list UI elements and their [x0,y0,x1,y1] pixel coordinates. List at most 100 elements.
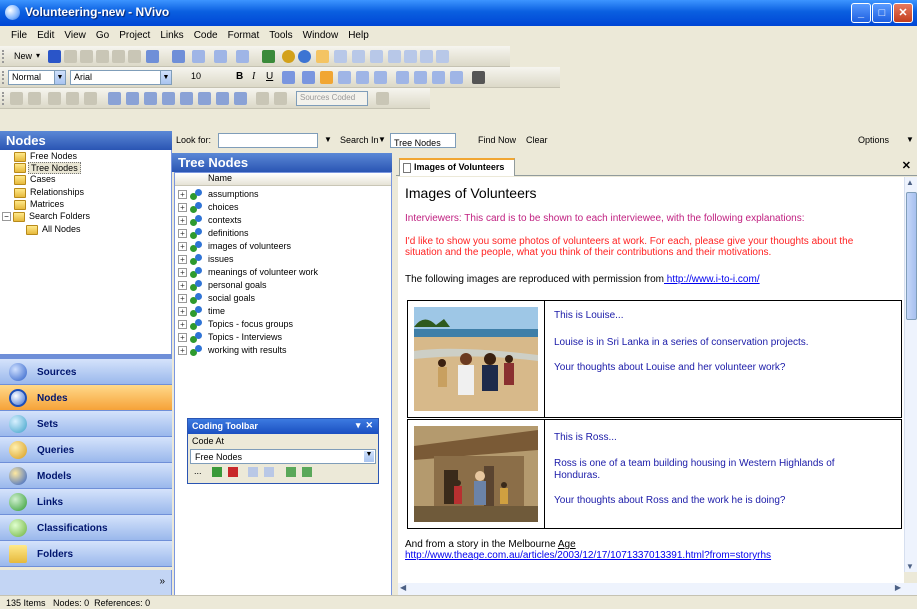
font-size-select[interactable]: 10 [176,70,216,85]
menu-go[interactable]: Go [91,26,114,41]
search-in-field[interactable]: Tree Nodes [390,133,456,148]
grid-view-5-icon[interactable] [180,92,193,105]
expand-icon[interactable]: + [178,346,187,355]
align-right-icon[interactable] [356,71,369,84]
new-node-icon[interactable] [248,467,258,477]
expand-icon[interactable]: + [178,190,187,199]
options-dropdown-icon[interactable]: ▼ [906,135,914,144]
decrease-indent-icon[interactable] [396,71,409,84]
expand-icon[interactable]: + [178,307,187,316]
font-color-icon[interactable] [302,71,315,84]
chevron-down-icon[interactable]: ▼ [364,451,374,462]
tree-node-row[interactable]: + social goals [175,292,391,305]
nav-button-models[interactable]: Models [0,463,172,489]
scroll-thumb[interactable] [906,192,917,320]
menu-links[interactable]: Links [155,26,188,41]
coding-toolbar-header[interactable]: Coding Toolbar ▾ ✕ [188,419,378,434]
tree-node-row[interactable]: + time [175,305,391,318]
maximize-button[interactable]: □ [872,3,892,23]
nav-button-links[interactable]: Links [0,489,172,515]
expand-icon[interactable]: + [178,268,187,277]
expand-icon[interactable]: + [178,242,187,251]
close-toolbar-icon[interactable]: ✕ [365,420,373,430]
menu-code[interactable]: Code [189,26,223,41]
filter-icon[interactable] [420,50,433,63]
properties-icon[interactable] [436,50,449,63]
new-dropdown-icon[interactable]: ▾ [36,51,40,65]
save-icon[interactable] [48,50,61,63]
find-now-button[interactable]: Find Now [478,135,516,145]
italic-button[interactable]: I [252,71,255,85]
zoom-icon[interactable] [388,50,401,63]
underline-button[interactable]: U [266,71,273,85]
copy-icon[interactable] [112,50,125,63]
tree-node-row[interactable]: + working with results [175,344,391,357]
numbering-icon[interactable] [214,50,227,63]
bullets-icon[interactable] [192,50,205,63]
style-select[interactable]: Normal ▼ [8,70,66,85]
menu-view[interactable]: View [59,26,91,41]
align-center-icon[interactable] [338,71,351,84]
grid-view-8-icon[interactable] [234,92,247,105]
expand-icon[interactable]: + [178,294,187,303]
scroll-down-icon[interactable]: ▼ [906,562,914,571]
bullet-list-icon[interactable] [432,71,445,84]
document-vertical-scrollbar[interactable]: ▲ ▼ [904,177,917,572]
tree-node-row[interactable]: + Topics - focus groups [175,318,391,331]
nvivo-app-icon[interactable] [5,5,20,20]
look-for-input[interactable] [218,133,318,148]
undo-icon[interactable] [146,50,159,63]
expand-icon[interactable]: + [178,333,187,342]
coding-density-icon[interactable] [376,92,389,105]
nav-button-queries[interactable]: Queries [0,437,172,463]
expand-icon[interactable]: + [178,203,187,212]
highlight-coding-icon[interactable] [274,92,287,105]
document-horizontal-scrollbar[interactable]: ◀ ▶ [398,583,917,595]
tree-node-row[interactable]: + contexts [175,214,391,227]
scroll-up-icon[interactable]: ▲ [906,178,914,187]
nav-button-classifications[interactable]: Classifications [0,515,172,541]
browse-nodes-icon[interactable]: ... [194,466,202,476]
increase-indent-icon[interactable] [414,71,427,84]
font-select[interactable]: Arial ▼ [70,70,172,85]
minimize-button[interactable]: _ [851,3,871,23]
column-header-name[interactable]: Name [175,173,391,186]
options-button[interactable]: Options [858,135,889,145]
align-left-icon[interactable] [320,71,333,84]
expand-icon[interactable]: + [178,216,187,225]
look-for-dropdown-icon[interactable]: ▼ [324,135,332,144]
expand-icon[interactable]: + [178,320,187,329]
code-in-vivo-icon[interactable] [286,467,296,477]
menu-file[interactable]: File [6,26,32,41]
tree-node-row[interactable]: + images of volunteers [175,240,391,253]
tree-node-row[interactable]: + personal goals [175,279,391,292]
link-icon[interactable] [298,50,311,63]
nav-button-sets[interactable]: Sets [0,411,172,437]
chevron-down-icon[interactable]: ▼ [54,71,65,84]
expand-icon[interactable]: + [178,255,187,264]
nav-button-folders[interactable]: Folders [0,541,172,567]
chevron-down-icon[interactable]: ▼ [160,71,171,84]
grid-view-7-icon[interactable] [216,92,229,105]
spread-coding-icon[interactable] [302,467,312,477]
model-icon[interactable] [282,50,295,63]
tree-node-row[interactable]: + choices [175,201,391,214]
menu-format[interactable]: Format [223,26,265,41]
toolbar-grip[interactable] [2,92,5,105]
configure-buttons-icon[interactable]: » [159,576,165,587]
tree-node-row[interactable]: + meanings of volunteer work [175,266,391,279]
nav-button-sources[interactable]: Sources [0,359,172,385]
expand-icon[interactable]: + [178,229,187,238]
indent-icon[interactable] [236,50,249,63]
grid-view-3-icon[interactable] [144,92,157,105]
nodes-toolbar-icon[interactable] [262,50,275,63]
toolbar-grip[interactable] [2,71,5,84]
number-list-icon[interactable] [450,71,463,84]
grid-view-2-icon[interactable] [126,92,139,105]
toolbar-options-icon[interactable]: ▾ [356,420,361,430]
menu-window[interactable]: Window [298,26,344,41]
detail-view-icon[interactable] [370,50,383,63]
grid-view-6-icon[interactable] [198,92,211,105]
grid-view-4-icon[interactable] [162,92,175,105]
clear-button[interactable]: Clear [526,135,548,145]
